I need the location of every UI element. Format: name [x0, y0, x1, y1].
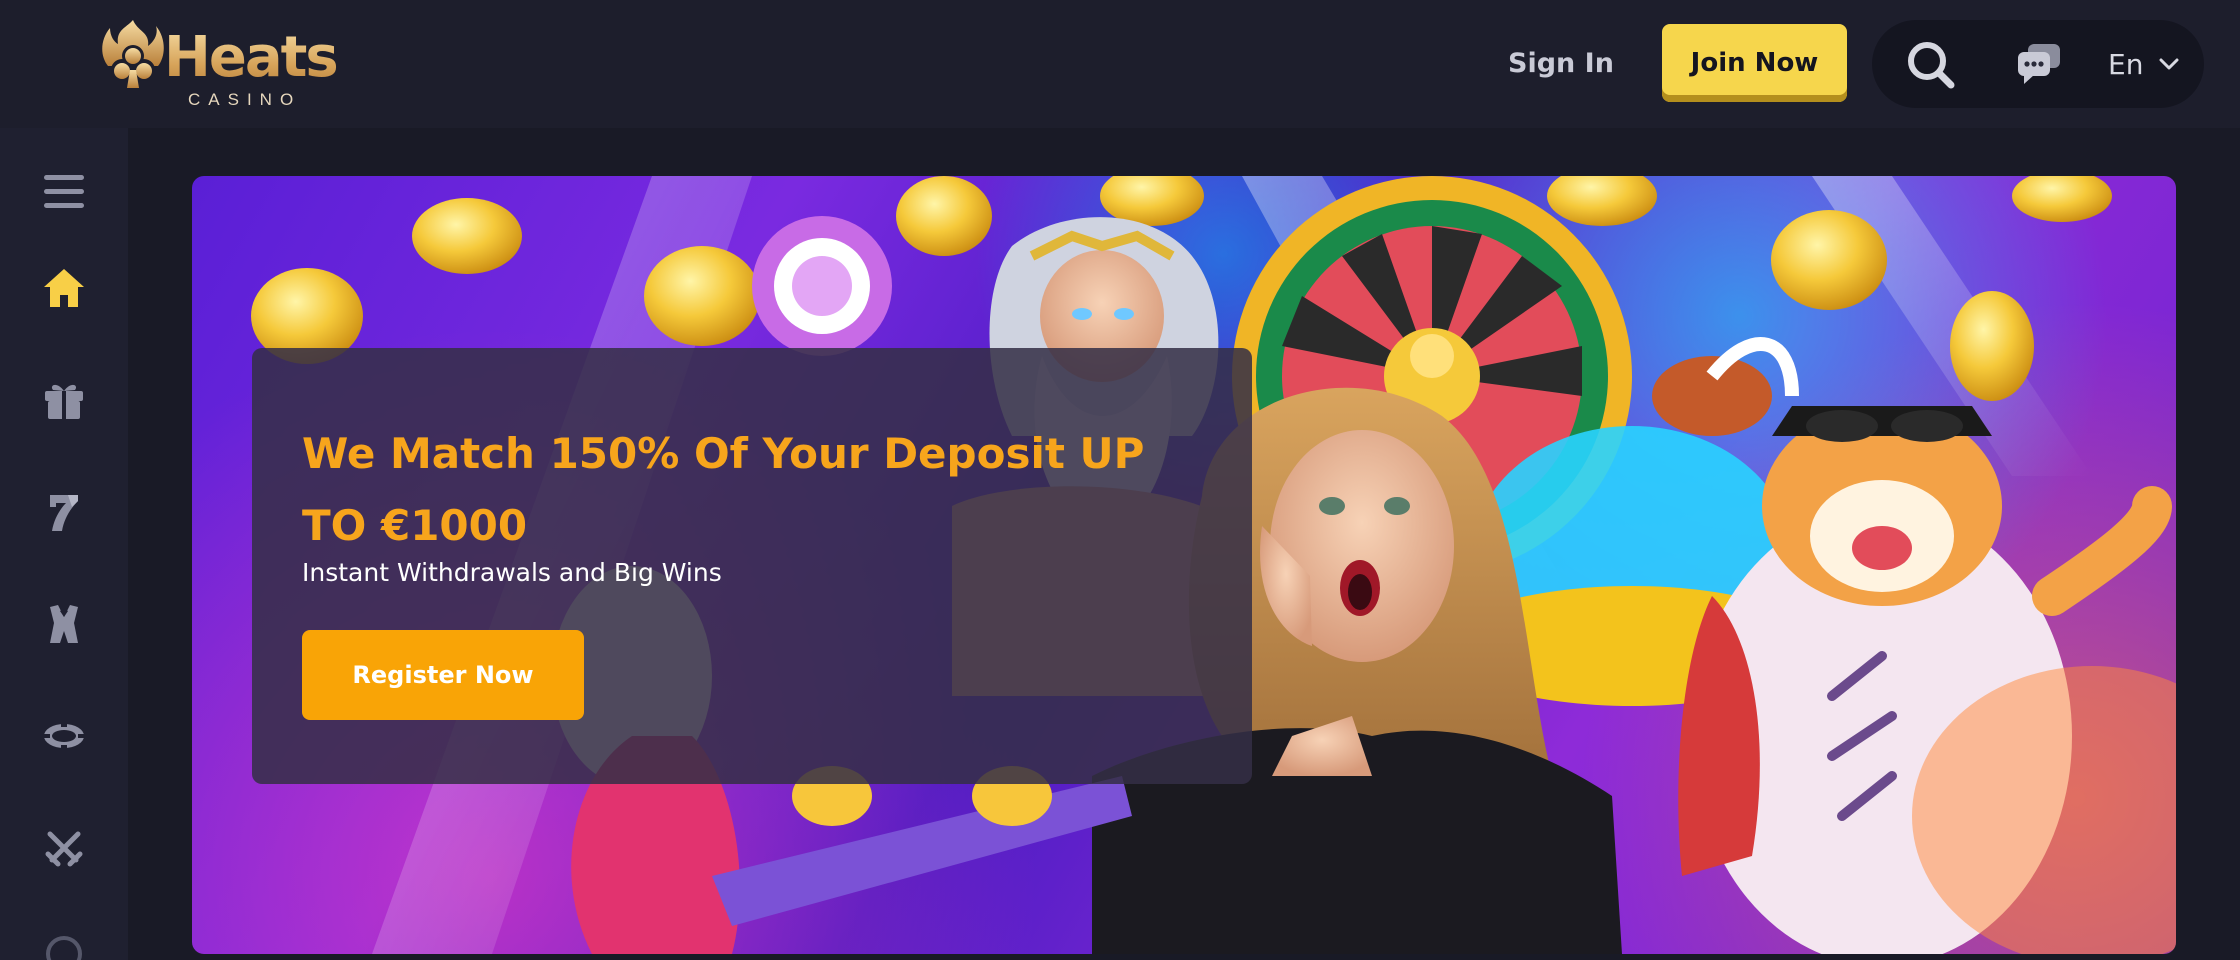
promo-card: We Match 150% Of Your Deposit UP TO €100… [252, 348, 1252, 784]
join-now-button[interactable]: Join Now [1662, 24, 1847, 102]
gold-coin [1950, 291, 2034, 401]
gold-coin [896, 176, 992, 256]
brand-name: Heats [164, 25, 339, 90]
brand-subtitle: CASINO [188, 90, 302, 109]
gold-coin [1771, 210, 1887, 310]
flame-club-logo-icon [102, 20, 164, 88]
brand-logo[interactable]: Heats CASINO [98, 18, 358, 110]
crossed-swords-icon [45, 831, 83, 867]
sidebar-item-live-casino[interactable] [34, 594, 94, 654]
gold-coin [2012, 176, 2112, 222]
page: Heats CASINO Sign In Join Now En We Matc… [0, 0, 2240, 960]
language-selector[interactable]: En [2108, 44, 2179, 84]
header-tools: En [1872, 20, 2204, 108]
home-icon [44, 269, 84, 307]
promo-title: We Match 150% Of Your Deposit UP TO €100… [302, 429, 1145, 550]
hero-banner[interactable]: We Match 150% Of Your Deposit UP TO €100… [192, 176, 2176, 954]
search-icon[interactable] [1906, 40, 1956, 90]
chip-icon [44, 724, 84, 748]
dealer-icon [50, 605, 78, 643]
register-now-button[interactable]: Register Now [302, 630, 584, 720]
poker-chip [752, 216, 892, 356]
top-header: Heats CASINO Sign In Join Now En [0, 0, 2240, 128]
chevron-down-icon [2159, 58, 2179, 70]
seven-icon [50, 495, 78, 531]
gold-coin [412, 198, 522, 274]
sidebar-item-sports[interactable] [34, 818, 94, 878]
sidebar-item-menu[interactable] [34, 162, 94, 222]
sidebar-nav [0, 128, 128, 960]
gift-icon [45, 384, 83, 419]
circle-icon [46, 936, 82, 960]
gold-coin [644, 246, 760, 346]
sidebar-item-table-games[interactable] [34, 706, 94, 766]
sidebar-item-home[interactable] [34, 258, 94, 318]
gold-coin [1547, 176, 1657, 226]
sidebar-item-more[interactable] [34, 924, 94, 960]
menu-icon [44, 175, 84, 208]
sidebar-item-slots[interactable] [34, 482, 94, 542]
language-label: En [2108, 47, 2144, 81]
sign-in-button[interactable]: Sign In [1508, 44, 1614, 84]
sidebar-item-promotions[interactable] [34, 370, 94, 430]
chat-icon[interactable] [2016, 42, 2062, 86]
promo-subtitle: Instant Withdrawals and Big Wins [302, 558, 722, 587]
